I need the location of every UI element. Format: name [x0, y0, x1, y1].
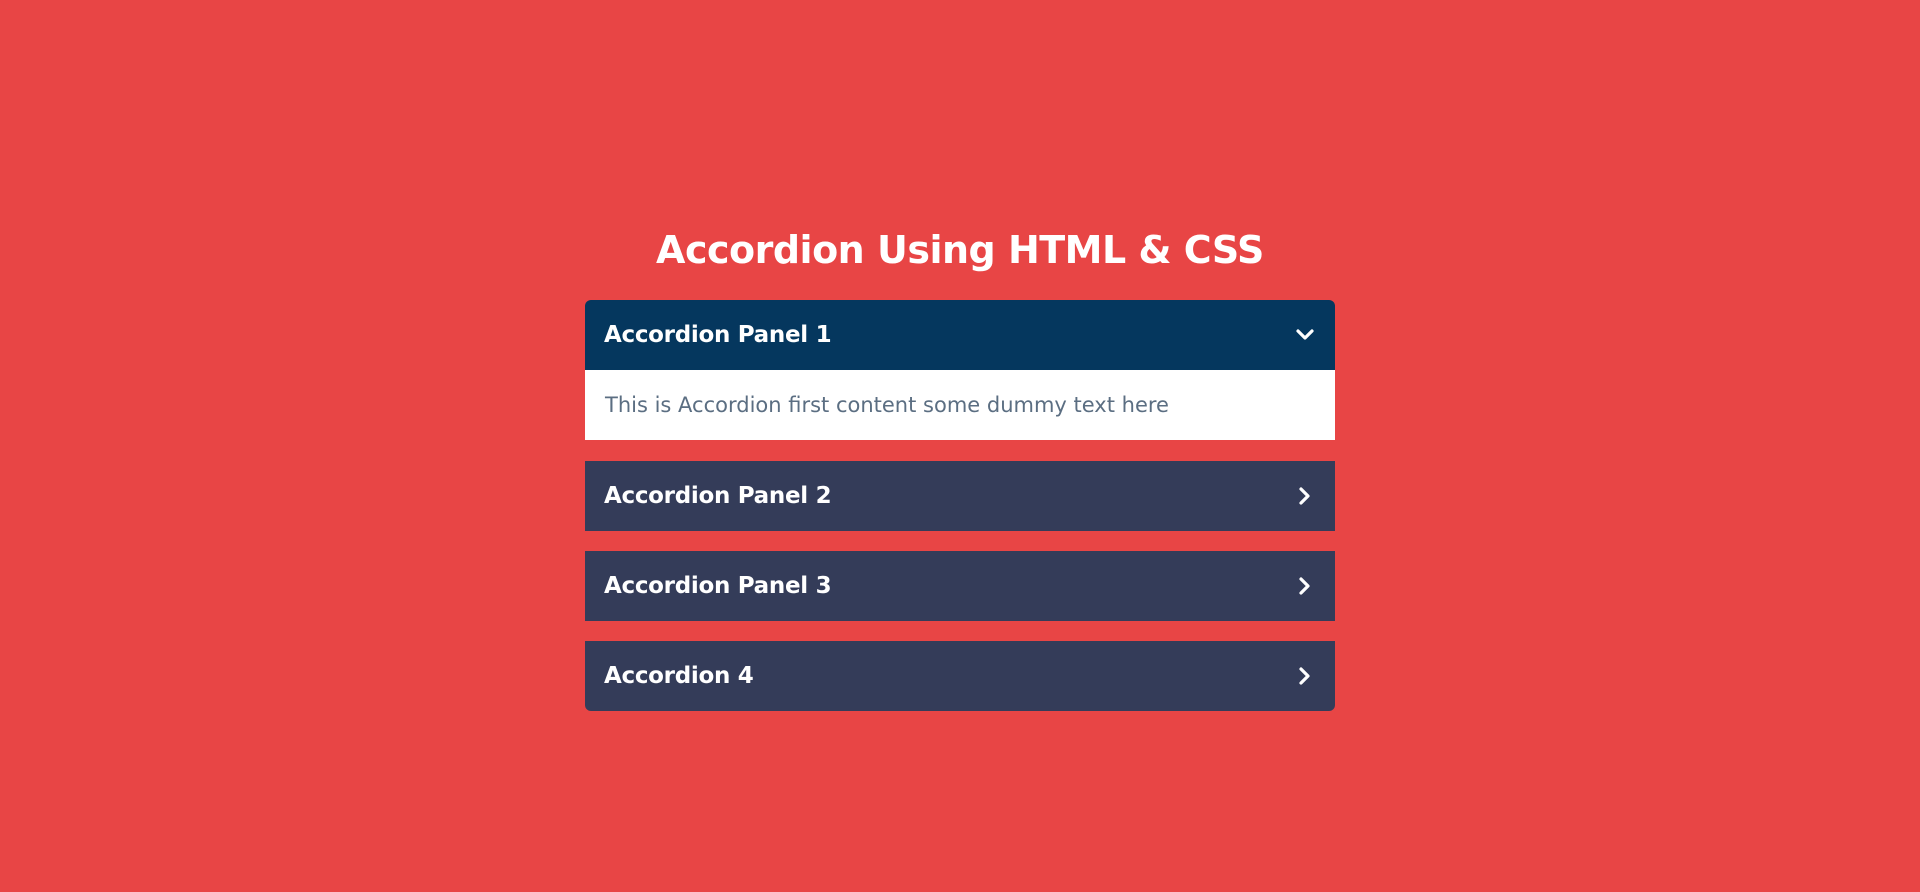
accordion-panel-4: Accordion 4 — [585, 641, 1335, 711]
accordion-content-1: This is Accordion first content some dum… — [585, 370, 1335, 440]
page-title: Accordion Using HTML & CSS — [656, 228, 1264, 272]
accordion-content-text-1: This is Accordion first content some dum… — [605, 393, 1169, 417]
accordion-header-1[interactable]: Accordion Panel 1 — [585, 300, 1335, 370]
accordion-header-3[interactable]: Accordion Panel 3 — [585, 551, 1335, 621]
chevron-right-icon — [1294, 575, 1316, 597]
accordion-label-4: Accordion 4 — [604, 663, 754, 689]
accordion-header-2[interactable]: Accordion Panel 2 — [585, 461, 1335, 531]
accordion-panel-2: Accordion Panel 2 — [585, 461, 1335, 531]
chevron-right-icon — [1294, 485, 1316, 507]
accordion-label-2: Accordion Panel 2 — [604, 483, 832, 509]
chevron-right-icon — [1294, 665, 1316, 687]
accordion-label-3: Accordion Panel 3 — [604, 573, 832, 599]
accordion-panel-3: Accordion Panel 3 — [585, 551, 1335, 621]
accordion-label-1: Accordion Panel 1 — [604, 322, 832, 348]
chevron-down-icon — [1294, 324, 1316, 346]
accordion-header-4[interactable]: Accordion 4 — [585, 641, 1335, 711]
accordion-panel-1: Accordion Panel 1 This is Accordion firs… — [585, 300, 1335, 440]
